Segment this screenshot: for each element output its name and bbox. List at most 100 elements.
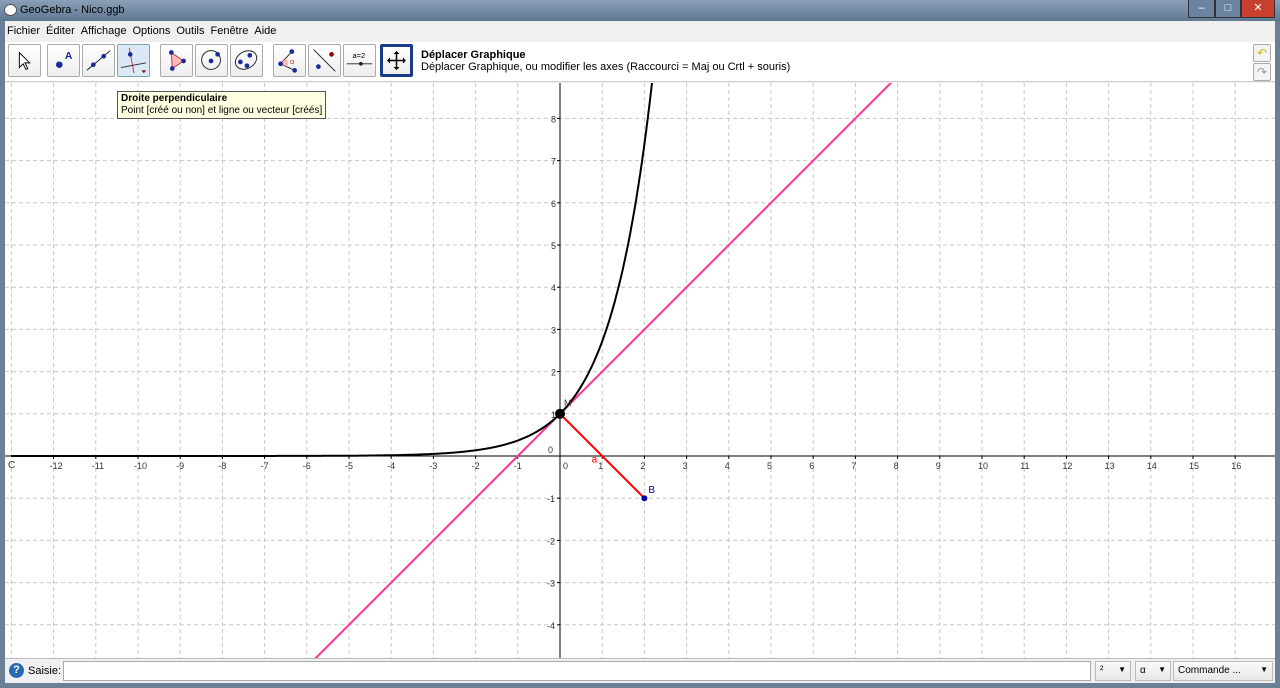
toolbar: A α a=2 Déplacer Graphique Déplacer Grap… (5, 42, 1275, 82)
tooltip-title: Droite perpendiculaire (121, 93, 228, 104)
graph-canvas[interactable]: -12 -11 -10 -9 -8 -7 -6 -5 -4 -3 -2 -1 0 1 2 3 4 5 6 7 8 9 10 1… (5, 83, 1275, 658)
menu-affichage[interactable]: Affichage (81, 23, 127, 41)
point-tool-button[interactable]: A (47, 44, 80, 77)
line-tool-button[interactable] (82, 44, 115, 77)
svg-text:a=2: a=2 (352, 51, 365, 60)
label-c: C (8, 460, 15, 471)
x-tick-label: 5 (767, 461, 772, 471)
reflect-icon (313, 49, 336, 72)
tooltip: Droite perpendiculaire Point [créé ou no… (117, 91, 327, 119)
y-tick-label: 2 (551, 368, 556, 378)
tooltip-text: Point [créé ou non] et ligne ou vecteur … (121, 105, 323, 116)
input-label: Saisie: (28, 665, 62, 677)
ellipse-icon (234, 50, 258, 70)
point-m-label[interactable]: M (564, 398, 572, 408)
chevron-down-icon: ▼ (1118, 665, 1126, 674)
window-title: GeoGebra - Nico.ggb (20, 4, 125, 16)
point-icon: A (55, 51, 73, 69)
point-b-label[interactable]: B (648, 485, 655, 496)
redo-button[interactable]: ↷ (1253, 63, 1271, 81)
y-tick-label: 8 (551, 114, 556, 124)
angle-icon: α (278, 49, 298, 73)
close-button[interactable]: ✕ (1241, 0, 1275, 18)
reflect-tool-button[interactable] (308, 44, 341, 77)
y-tick-label: -3 (547, 579, 555, 589)
svg-text:A: A (65, 51, 73, 62)
x-tick-label: -12 (50, 461, 63, 471)
y-tick-label: 4 (551, 283, 556, 293)
x-tick-label: 16 (1231, 461, 1241, 471)
x-tick-label: 2 (640, 461, 645, 471)
menu-editer[interactable]: Éditer (46, 23, 75, 41)
input-field[interactable] (63, 661, 1091, 681)
y-tick-label: 7 (551, 157, 556, 167)
x-tick-label: 10 (978, 461, 988, 471)
maximize-button[interactable]: □ (1215, 0, 1241, 18)
angle-tool-button[interactable]: α (273, 44, 306, 77)
tool-info-title: Déplacer Graphique (421, 49, 526, 61)
minimize-button[interactable]: – (1188, 0, 1215, 18)
menu-aide[interactable]: Aide (254, 23, 276, 41)
command-dropdown[interactable]: Commande ... ▼ (1173, 661, 1273, 681)
chevron-down-icon: ▼ (1158, 665, 1166, 674)
point-m[interactable] (555, 408, 565, 419)
y-tick-label: 6 (551, 199, 556, 209)
polygon-tool-button[interactable] (160, 44, 193, 77)
y-tick-label: 3 (551, 325, 556, 335)
undo-button[interactable]: ↶ (1253, 44, 1271, 62)
x-tick-label: -10 (134, 461, 147, 471)
slider-icon: a=2 (346, 51, 373, 66)
x-tick-label: 15 (1189, 461, 1199, 471)
x-tick-label: 3 (683, 461, 688, 471)
x-tick-label: -4 (387, 461, 395, 471)
move-arrows-icon (387, 51, 406, 70)
conic-tool-button[interactable] (230, 44, 263, 77)
y-tick-label: 5 (551, 241, 556, 251)
greek-dropdown[interactable]: α ▼ (1135, 661, 1171, 681)
x-tick-label: -5 (345, 461, 353, 471)
tool-info: Déplacer Graphique Déplacer Graphique, o… (421, 49, 790, 73)
segment-a-label: a (592, 454, 598, 465)
slider-tool-button[interactable]: a=2 (343, 44, 376, 77)
x-tick-label: 8 (894, 461, 899, 471)
point-b[interactable] (641, 495, 648, 502)
x-tick-label: -11 (92, 461, 104, 471)
x-tick-label: 9 (936, 461, 941, 471)
x-tick-label: 12 (1062, 461, 1072, 471)
title-bar: GeoGebra - Nico.ggb – □ ✕ (0, 0, 1280, 21)
perpendicular-line-tool-button[interactable] (117, 44, 150, 77)
x-tick-label: 1 (598, 461, 603, 471)
x-tick-label: 14 (1147, 461, 1157, 471)
redo-icon: ↷ (1256, 65, 1268, 79)
y-tick-label: -4 (547, 621, 555, 631)
line-b (314, 83, 893, 658)
graphics-view[interactable]: Droite perpendiculaire Point [créé ou no… (5, 83, 1275, 658)
y-tick-label: -1 (547, 494, 555, 504)
x-tick-label: 11 (1020, 461, 1029, 471)
x-tick-label: 13 (1105, 461, 1115, 471)
help-icon[interactable]: ? (9, 663, 24, 678)
tool-info-text: Déplacer Graphique, ou modifier les axes… (421, 61, 791, 73)
move-tool-button[interactable] (8, 44, 41, 77)
svg-text:α: α (290, 57, 295, 66)
symbol-dropdown[interactable]: ² ▼ (1095, 661, 1131, 681)
x-tick-label: -7 (261, 461, 269, 471)
exponential-curve (11, 83, 653, 457)
menu-options[interactable]: Options (132, 23, 170, 41)
circle-icon (201, 50, 221, 70)
menu-outils[interactable]: Outils (176, 23, 204, 41)
circle-tool-button[interactable] (195, 44, 228, 77)
greek-dropdown-value: α (1140, 665, 1146, 676)
move-graphics-tool-button[interactable] (380, 44, 413, 77)
x-tick-label: 7 (851, 461, 856, 471)
command-dropdown-value: Commande ... (1178, 665, 1241, 676)
y-tick-label: 0 (548, 445, 553, 455)
x-tick-label: -2 (472, 461, 480, 471)
x-tick-label: -3 (429, 461, 437, 471)
x-tick-label: 0 (563, 461, 568, 471)
menu-fichier[interactable]: Fichier (7, 23, 40, 41)
menu-fenetre[interactable]: Fenêtre (210, 23, 248, 41)
polygon-icon (168, 50, 186, 71)
menu-bar: Fichier Éditer Affichage Options Outils … (5, 23, 276, 41)
app-frame: Fichier Éditer Affichage Options Outils … (5, 21, 1275, 683)
